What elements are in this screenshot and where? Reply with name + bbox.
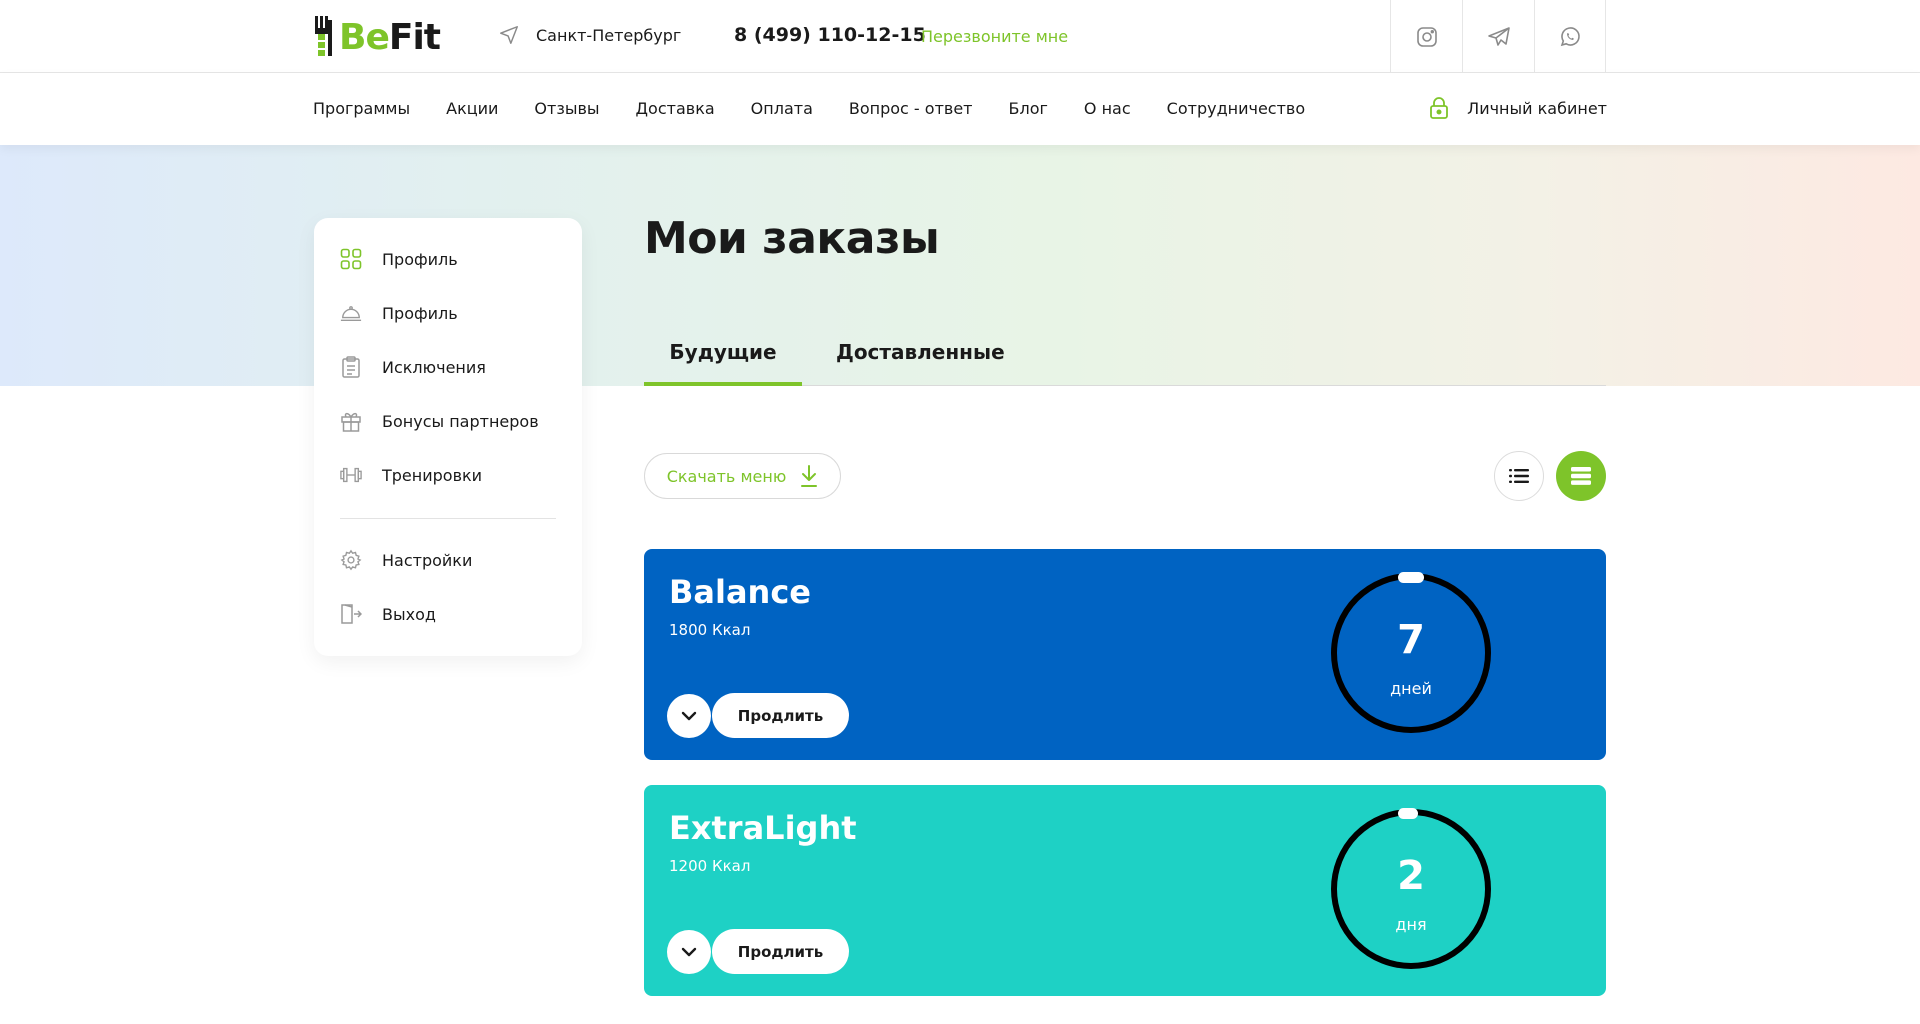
lock-icon [1430, 97, 1449, 119]
tab-delivered[interactable]: Доставленные [836, 340, 1005, 386]
instagram-icon [1416, 26, 1437, 47]
list-view-button[interactable] [1494, 451, 1544, 501]
nav-item-blog[interactable]: Блог [1009, 99, 1048, 118]
cloche-icon [340, 302, 362, 324]
sidebar-item-label: Выход [382, 604, 436, 624]
phone-number[interactable]: 8 (499) 110-12-15 [734, 24, 926, 46]
gift-icon [340, 410, 362, 432]
logo[interactable]: BeFit [313, 14, 441, 60]
logo-fit: Fit [388, 16, 441, 58]
download-icon [801, 465, 818, 487]
chevron-down-icon [681, 711, 697, 721]
expand-order-button[interactable] [667, 694, 711, 738]
telegram-icon [1487, 26, 1510, 46]
top-bar: BeFit Санкт-Петербург 8 (499) 110-12-15 … [0, 0, 1920, 73]
download-menu-button[interactable]: Скачать меню [644, 453, 841, 499]
sidebar-divider [340, 518, 556, 519]
days-left-value: 7 [1397, 617, 1425, 663]
personal-account-label: Личный кабинет [1467, 98, 1607, 118]
sidebar-item-profile[interactable]: Профиль [340, 248, 458, 270]
main-nav: Программы Акции Отзывы Доставка Оплата В… [313, 99, 1341, 118]
order-calories: 1800 Ккал [669, 621, 751, 639]
whatsapp-icon [1560, 26, 1580, 46]
sidebar-item-logout[interactable]: Выход [340, 603, 436, 625]
city-selector[interactable]: Санкт-Петербург [498, 24, 681, 46]
nav-item-programs[interactable]: Программы [313, 99, 410, 118]
grid-icon [340, 248, 362, 270]
card-view-button[interactable] [1556, 451, 1606, 501]
nav-bar: Программы Акции Отзывы Доставка Оплата В… [0, 73, 1920, 145]
instagram-button[interactable] [1390, 0, 1462, 73]
sidebar-item-partner-bonuses[interactable]: Бонусы партнеров [340, 410, 539, 432]
page: BeFit Санкт-Петербург 8 (499) 110-12-15 … [0, 0, 1920, 1024]
order-name: ExtraLight [669, 809, 857, 847]
download-menu-label: Скачать меню [666, 466, 787, 486]
nav-item-reviews[interactable]: Отзывы [534, 99, 599, 118]
logo-text: BeFit [339, 16, 441, 58]
sidebar-item-exclusions[interactable]: Исключения [340, 356, 486, 378]
location-arrow-icon [500, 26, 518, 44]
account-sidebar: Профиль Профиль Исключения Бонусы партне… [314, 218, 582, 656]
callback-link[interactable]: Перезвоните мне [921, 27, 1068, 46]
sidebar-item-label: Настройки [382, 550, 473, 570]
logout-icon [340, 603, 362, 625]
dumbbell-icon [340, 464, 362, 486]
social-links [1390, 0, 1606, 73]
days-left-unit: дня [1395, 915, 1427, 934]
sidebar-item-settings[interactable]: Настройки [340, 549, 472, 571]
order-card-extralight: ExtraLight 1200 Ккал Продлить 2 дня [644, 785, 1606, 996]
expand-order-button[interactable] [667, 930, 711, 974]
extend-order-button[interactable]: Продлить [712, 693, 849, 738]
days-left-ring: 2 дня [1329, 807, 1493, 971]
order-card-balance: Balance 1800 Ккал Продлить 7 дней [644, 549, 1606, 760]
sidebar-item-label: Исключения [382, 357, 486, 377]
telegram-button[interactable] [1462, 0, 1534, 73]
gear-icon [340, 549, 362, 571]
chevron-down-icon [681, 947, 697, 957]
nav-item-promotions[interactable]: Акции [446, 99, 498, 118]
sidebar-item-workouts[interactable]: Тренировки [340, 464, 482, 486]
sidebar-item-label: Профиль [382, 303, 458, 323]
sidebar-item-label: Бонусы партнеров [382, 411, 539, 431]
tab-future[interactable]: Будущие [644, 340, 802, 386]
nav-item-about[interactable]: О нас [1084, 99, 1131, 118]
stacked-cards-icon [1571, 467, 1591, 485]
personal-account-link[interactable]: Личный кабинет [1429, 97, 1607, 119]
sidebar-item-label: Профиль [382, 249, 458, 269]
extend-order-button[interactable]: Продлить [712, 929, 849, 974]
nav-item-payment[interactable]: Оплата [751, 99, 813, 118]
days-left-unit: дней [1390, 679, 1432, 698]
list-icon [1509, 469, 1529, 483]
clipboard-icon [340, 356, 362, 378]
nav-item-delivery[interactable]: Доставка [636, 99, 715, 118]
nav-item-partnership[interactable]: Сотрудничество [1167, 99, 1305, 118]
city-label: Санкт-Петербург [536, 25, 682, 45]
order-name: Balance [669, 573, 811, 611]
nav-item-faq[interactable]: Вопрос - ответ [849, 99, 973, 118]
sidebar-item-profile-meals[interactable]: Профиль [340, 302, 458, 324]
days-left-value: 2 [1397, 853, 1425, 899]
whatsapp-button[interactable] [1534, 0, 1606, 73]
days-left-ring: 7 дней [1329, 571, 1493, 735]
page-title: Мои заказы [644, 213, 940, 264]
fork-logo-icon [315, 16, 332, 56]
order-calories: 1200 Ккал [669, 857, 751, 875]
logo-be: Be [339, 16, 390, 58]
sidebar-item-label: Тренировки [382, 465, 483, 485]
orders-tabs: Будущие Доставленные [644, 330, 1606, 386]
